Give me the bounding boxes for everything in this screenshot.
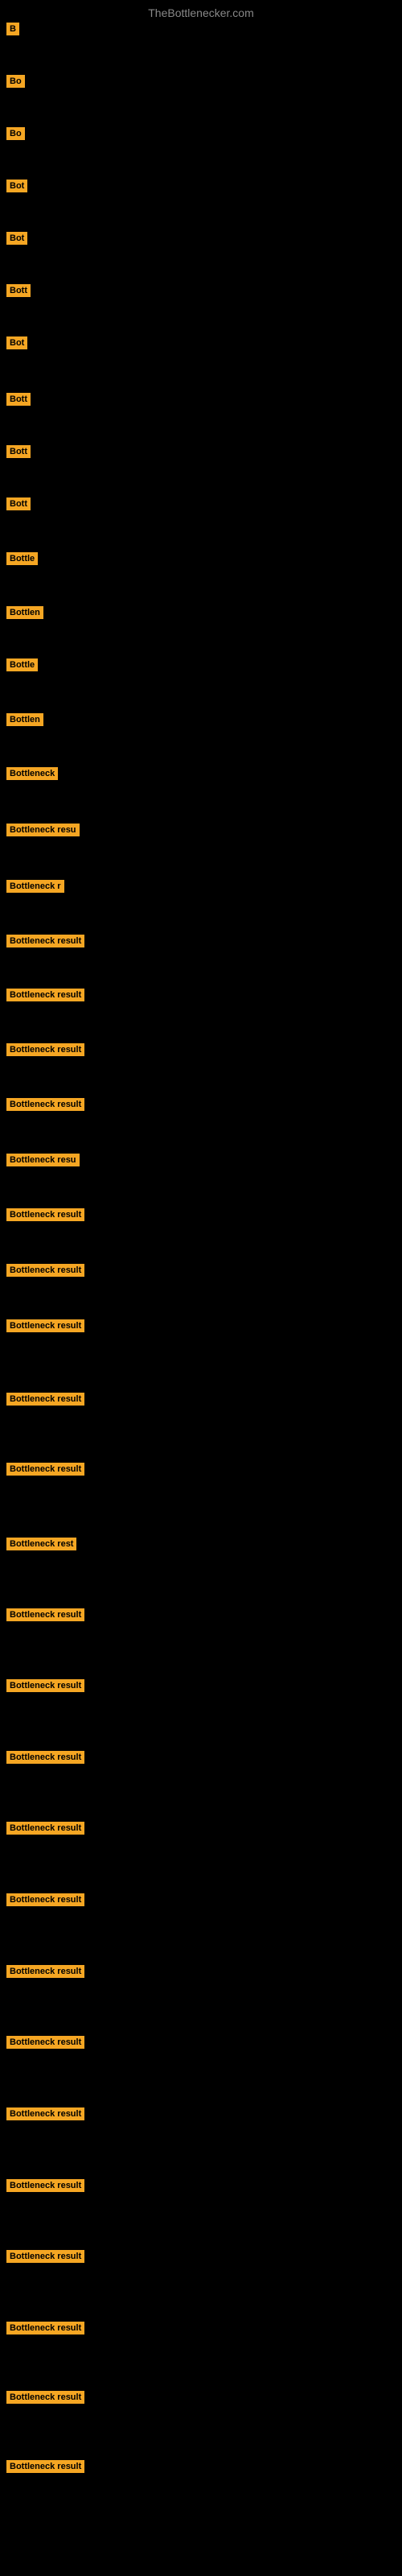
list-item: Bottleneck result bbox=[6, 1098, 84, 1111]
list-item: Bottlen bbox=[6, 713, 43, 726]
item-badge: Bott bbox=[6, 393, 31, 406]
item-badge: Bo bbox=[6, 127, 25, 140]
list-item: Bottle bbox=[6, 658, 38, 671]
item-badge: Bottleneck result bbox=[6, 1822, 84, 1835]
item-badge: Bottleneck r bbox=[6, 880, 64, 893]
list-item: Bottleneck result bbox=[6, 1679, 84, 1692]
item-badge: Bottleneck resu bbox=[6, 824, 80, 836]
item-badge: Bot bbox=[6, 336, 27, 349]
item-badge: Bottleneck result bbox=[6, 1463, 84, 1476]
item-badge: Bottleneck result bbox=[6, 1319, 84, 1332]
list-item: Bottleneck rest bbox=[6, 1538, 76, 1550]
item-badge: Bottleneck result bbox=[6, 1679, 84, 1692]
item-badge: Bottlen bbox=[6, 606, 43, 619]
item-badge: Bottleneck result bbox=[6, 2460, 84, 2473]
item-badge: Bott bbox=[6, 497, 31, 510]
list-item: Bottleneck result bbox=[6, 2460, 84, 2473]
list-item: Bottleneck resu bbox=[6, 1154, 80, 1166]
item-badge: Bottleneck result bbox=[6, 1043, 84, 1056]
list-item: Bot bbox=[6, 180, 27, 192]
list-item: Bottleneck result bbox=[6, 2250, 84, 2263]
item-badge: Bot bbox=[6, 180, 27, 192]
list-item: Bottlen bbox=[6, 606, 43, 619]
list-item: Bott bbox=[6, 393, 31, 406]
item-badge: Bottleneck result bbox=[6, 1393, 84, 1406]
list-item: Bo bbox=[6, 75, 25, 88]
list-item: Bott bbox=[6, 284, 31, 297]
list-item: Bottleneck result bbox=[6, 1965, 84, 1978]
list-item: Bottleneck resu bbox=[6, 824, 80, 836]
list-item: Bottleneck result bbox=[6, 1393, 84, 1406]
item-badge: Bottleneck result bbox=[6, 2391, 84, 2404]
list-item: Bot bbox=[6, 336, 27, 349]
site-title: TheBottlenecker.com bbox=[0, 0, 402, 23]
list-item: Bottleneck result bbox=[6, 2391, 84, 2404]
list-item: Bottleneck result bbox=[6, 1608, 84, 1621]
item-badge: Bott bbox=[6, 445, 31, 458]
item-badge: Bottleneck result bbox=[6, 1098, 84, 1111]
item-badge: Bottleneck result bbox=[6, 1208, 84, 1221]
item-badge: B bbox=[6, 23, 19, 35]
item-badge: Bottleneck result bbox=[6, 2036, 84, 2049]
list-item: Bottleneck result bbox=[6, 1893, 84, 1906]
list-item: Bottleneck result bbox=[6, 2179, 84, 2192]
item-badge: Bottleneck bbox=[6, 767, 58, 780]
item-badge: Bottleneck result bbox=[6, 1893, 84, 1906]
list-item: Bottleneck result bbox=[6, 1751, 84, 1764]
list-item: Bot bbox=[6, 232, 27, 245]
item-badge: Bottleneck result bbox=[6, 1751, 84, 1764]
item-badge: Bottleneck result bbox=[6, 2107, 84, 2120]
item-badge: Bottleneck result bbox=[6, 1608, 84, 1621]
list-item: Bottleneck bbox=[6, 767, 58, 780]
item-badge: Bot bbox=[6, 232, 27, 245]
item-badge: Bo bbox=[6, 75, 25, 88]
item-badge: Bottleneck result bbox=[6, 1965, 84, 1978]
item-badge: Bottleneck result bbox=[6, 935, 84, 947]
list-item: Bottleneck result bbox=[6, 1463, 84, 1476]
item-badge: Bottleneck result bbox=[6, 1264, 84, 1277]
items-container: B Bo Bo Bot Bot Bott Bot Bott Bott Bott Bottle Bott… bbox=[0, 23, 402, 2558]
list-item: Bottleneck result bbox=[6, 1208, 84, 1221]
list-item: B bbox=[6, 23, 19, 35]
item-badge: Bottleneck resu bbox=[6, 1154, 80, 1166]
item-badge: Bottleneck result bbox=[6, 989, 84, 1001]
list-item: Bottleneck result bbox=[6, 935, 84, 947]
item-badge: Bottleneck rest bbox=[6, 1538, 76, 1550]
list-item: Bottleneck result bbox=[6, 989, 84, 1001]
list-item: Bottleneck r bbox=[6, 880, 64, 893]
item-badge: Bottle bbox=[6, 552, 38, 565]
item-badge: Bottlen bbox=[6, 713, 43, 726]
list-item: Bottleneck result bbox=[6, 2322, 84, 2334]
list-item: Bottleneck result bbox=[6, 2036, 84, 2049]
list-item: Bottleneck result bbox=[6, 1043, 84, 1056]
list-item: Bott bbox=[6, 445, 31, 458]
list-item: Bottleneck result bbox=[6, 1319, 84, 1332]
item-badge: Bottle bbox=[6, 658, 38, 671]
item-badge: Bottleneck result bbox=[6, 2322, 84, 2334]
list-item: Bott bbox=[6, 497, 31, 510]
item-badge: Bottleneck result bbox=[6, 2179, 84, 2192]
list-item: Bottleneck result bbox=[6, 2107, 84, 2120]
list-item: Bottleneck result bbox=[6, 1822, 84, 1835]
item-badge: Bott bbox=[6, 284, 31, 297]
list-item: Bottle bbox=[6, 552, 38, 565]
item-badge: Bottleneck result bbox=[6, 2250, 84, 2263]
list-item: Bo bbox=[6, 127, 25, 140]
page-wrapper: TheBottlenecker.com B Bo Bo Bot Bot Bott Bot Bo… bbox=[0, 0, 402, 2576]
list-item: Bottleneck result bbox=[6, 1264, 84, 1277]
